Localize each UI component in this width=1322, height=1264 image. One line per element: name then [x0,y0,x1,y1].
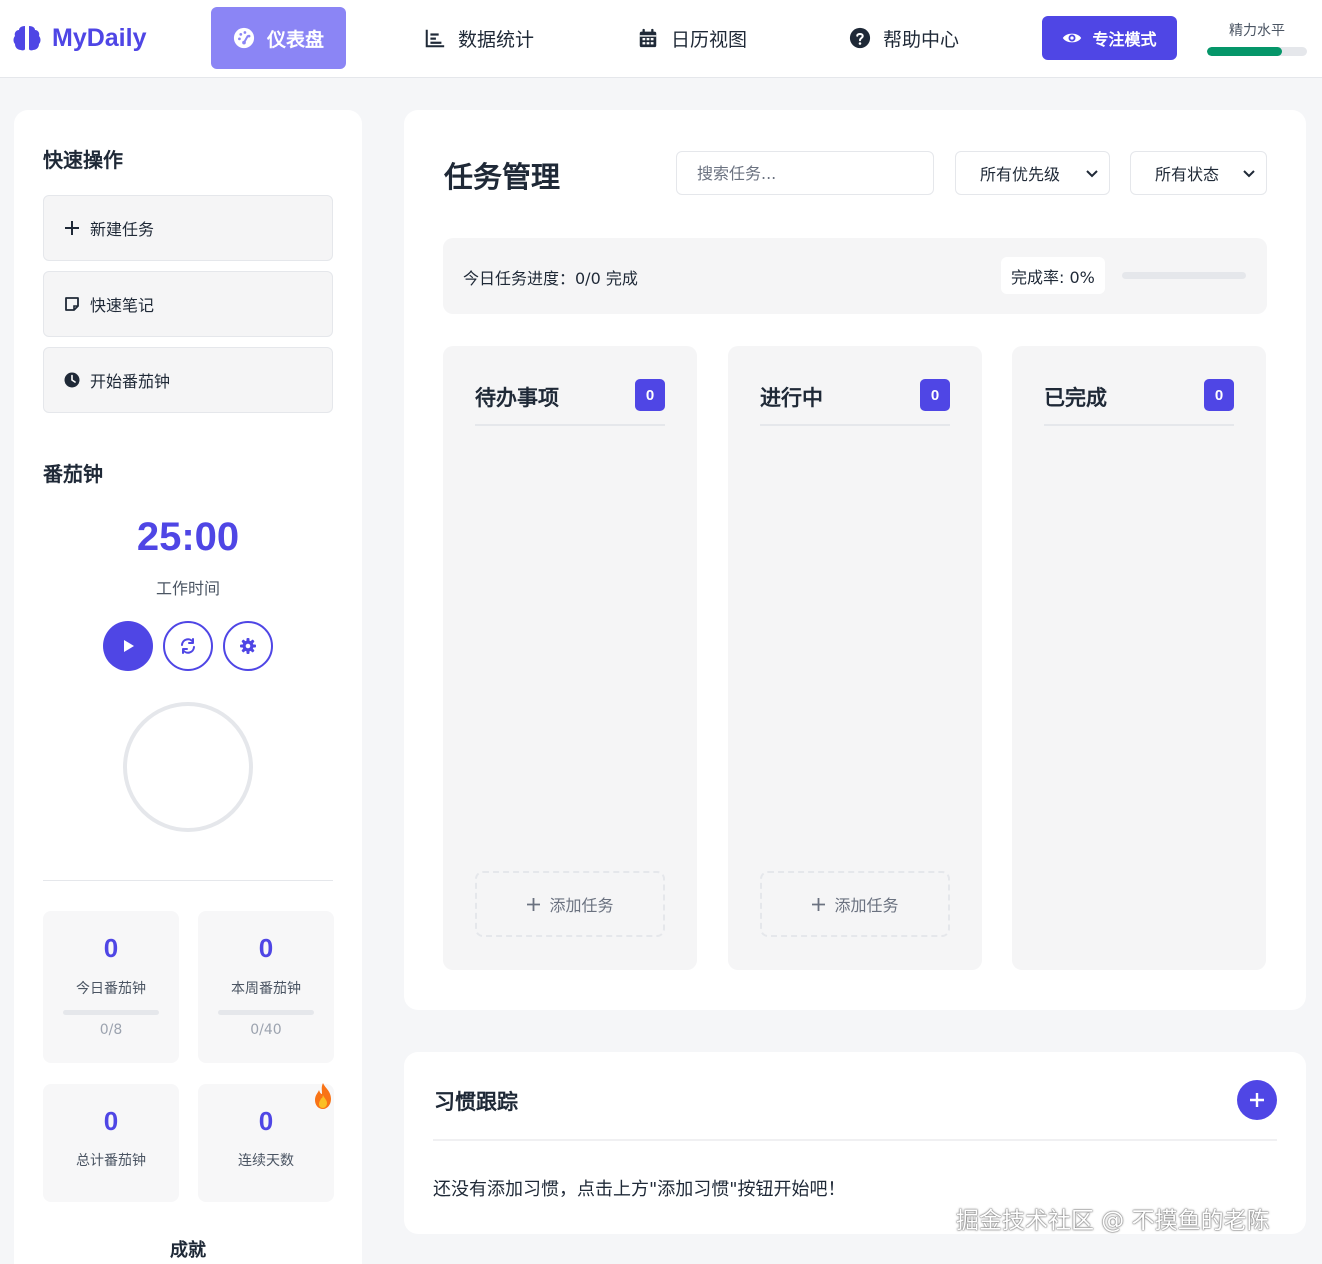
nav-statistics[interactable]: 数据统计 [424,7,534,69]
nav-statistics-label: 数据统计 [458,28,535,51]
add-task-in-progress-label: 添加任务 [834,896,899,915]
stat-streak-days: 0 连续天数 [198,1083,334,1202]
add-task-todo-button[interactable]: 添加任务 [475,871,665,937]
stat-today-sub: 0/8 [99,1022,123,1038]
timer-settings-button[interactable] [223,621,273,671]
status-filter-select[interactable]: 所有状态 [1130,151,1267,195]
energy-level: 精力水平 [1207,20,1307,56]
completion-rate-badge: 完成率: 0% [1001,257,1105,294]
column-todo-count: 0 [635,379,665,411]
habit-empty-message: 还没有添加习惯，点击上方"添加习惯"按钮开始吧！ [433,1179,846,1200]
top-navbar: MyDaily 仪表盘 数据统计 日历视图 帮助中心 专注模式 精力水平 [0,0,1322,78]
daily-progress-text: 今日任务进度：0/0 完成 [463,269,638,288]
daily-progress-row: 今日任务进度：0/0 完成 完成率: 0% [443,238,1267,314]
task-management-panel: 任务管理 所有优先级 所有状态 今日任务进度：0/0 完成 完成率: 0% 待办… [404,110,1306,1010]
plus-icon [65,221,79,235]
clock-icon [64,372,80,388]
quick-note-button[interactable]: 快速笔记 [43,271,333,337]
stat-week-label: 本周番茄钟 [231,981,301,997]
nav-calendar-label: 日历视图 [671,28,748,51]
completion-rate-bar [1122,272,1246,279]
stat-today-value: 0 [103,933,119,963]
column-in-progress-count: 0 [920,379,950,411]
note-icon [65,297,79,311]
column-done-title: 已完成 [1044,386,1107,410]
energy-bar-fill [1207,47,1282,56]
focus-mode-label: 专注模式 [1092,30,1157,49]
achievements-title: 成就 [170,1240,206,1261]
stat-today-label: 今日番茄钟 [76,981,146,997]
focus-mode-button[interactable]: 专注模式 [1042,16,1177,60]
stat-today-bar [63,1010,159,1015]
quick-note-label: 快速笔记 [90,296,155,315]
timer-mode-label: 工作时间 [155,579,220,598]
energy-label: 精力水平 [1229,23,1285,39]
stat-streak-label: 连续天数 [238,1153,294,1169]
play-button[interactable] [103,621,153,671]
nav-dashboard-label: 仪表盘 [266,28,324,51]
column-done: 已完成 0 [1012,346,1266,970]
chevron-down-icon [1243,170,1255,178]
sync-icon [181,638,195,654]
stat-week-sub: 0/40 [250,1022,282,1038]
pomodoro-title: 番茄钟 [43,462,103,486]
reset-button[interactable] [163,621,213,671]
priority-filter-select[interactable]: 所有优先级 [955,151,1110,195]
nav-help-label: 帮助中心 [883,28,960,51]
chevron-down-icon [1086,170,1098,178]
stat-total-value: 0 [103,1106,119,1136]
app-name: MyDaily [52,23,147,52]
quick-actions-title: 快速操作 [43,148,123,172]
column-in-progress-divider [760,424,950,426]
calendar-icon [639,28,657,48]
energy-bar [1207,47,1307,56]
column-todo: 待办事项 0 添加任务 [443,346,697,970]
stat-week-bar [218,1010,314,1015]
column-todo-divider [475,424,665,426]
stat-today-pomodoro: 0 今日番茄钟 0/8 [43,911,179,1063]
new-task-button[interactable]: 新建任务 [43,195,333,261]
eye-icon [1063,33,1082,43]
column-in-progress: 进行中 0 添加任务 [728,346,982,970]
stat-week-value: 0 [258,933,274,963]
timer-display: 25:00 [136,515,240,559]
task-management-title: 任务管理 [444,160,561,194]
column-done-divider [1044,424,1234,426]
sidebar-divider [43,880,333,881]
sidebar: 快速操作 新建任务 快速笔记 开始番茄钟 番茄钟 25:00 工作时间 0 今日… [14,110,362,1264]
stat-week-pomodoro: 0 本周番茄钟 0/40 [198,911,334,1063]
habit-tracking-title: 习惯跟踪 [434,1090,518,1114]
new-task-label: 新建任务 [90,220,155,239]
stat-total-pomodoro: 0 总计番茄钟 [43,1084,179,1202]
column-in-progress-title: 进行中 [760,386,823,410]
nav-calendar[interactable]: 日历视图 [637,7,747,69]
bar-chart-icon [425,29,445,48]
plus-icon [1250,1093,1264,1107]
watermark: 掘金技术社区 @ 不摸鱼的老陈 [956,1208,1270,1234]
plus-icon [812,897,826,911]
add-task-todo-label: 添加任务 [549,896,614,915]
habit-divider [433,1139,1277,1141]
column-done-count: 0 [1204,379,1234,411]
stat-streak-value: 0 [258,1106,274,1136]
add-task-in-progress-button[interactable]: 添加任务 [760,871,950,937]
priority-filter-value: 所有优先级 [980,165,1061,184]
app-logo[interactable]: MyDaily [12,22,146,54]
column-todo-title: 待办事项 [475,386,559,410]
question-circle-icon [849,27,871,49]
nav-help[interactable]: 帮助中心 [849,7,959,69]
status-filter-value: 所有状态 [1155,165,1220,184]
plus-icon [527,897,541,911]
add-habit-button[interactable] [1237,1080,1277,1120]
dashboard-gauge-icon [233,27,255,49]
nav-dashboard[interactable]: 仪表盘 [211,7,346,69]
play-icon [124,640,134,652]
start-pomodoro-label: 开始番茄钟 [90,372,171,391]
start-pomodoro-button[interactable]: 开始番茄钟 [43,347,333,413]
brain-icon [13,26,41,51]
timer-progress-ring [123,702,253,832]
task-search-input[interactable] [676,151,934,195]
stat-total-label: 总计番茄钟 [76,1153,146,1169]
gear-icon [240,638,256,654]
